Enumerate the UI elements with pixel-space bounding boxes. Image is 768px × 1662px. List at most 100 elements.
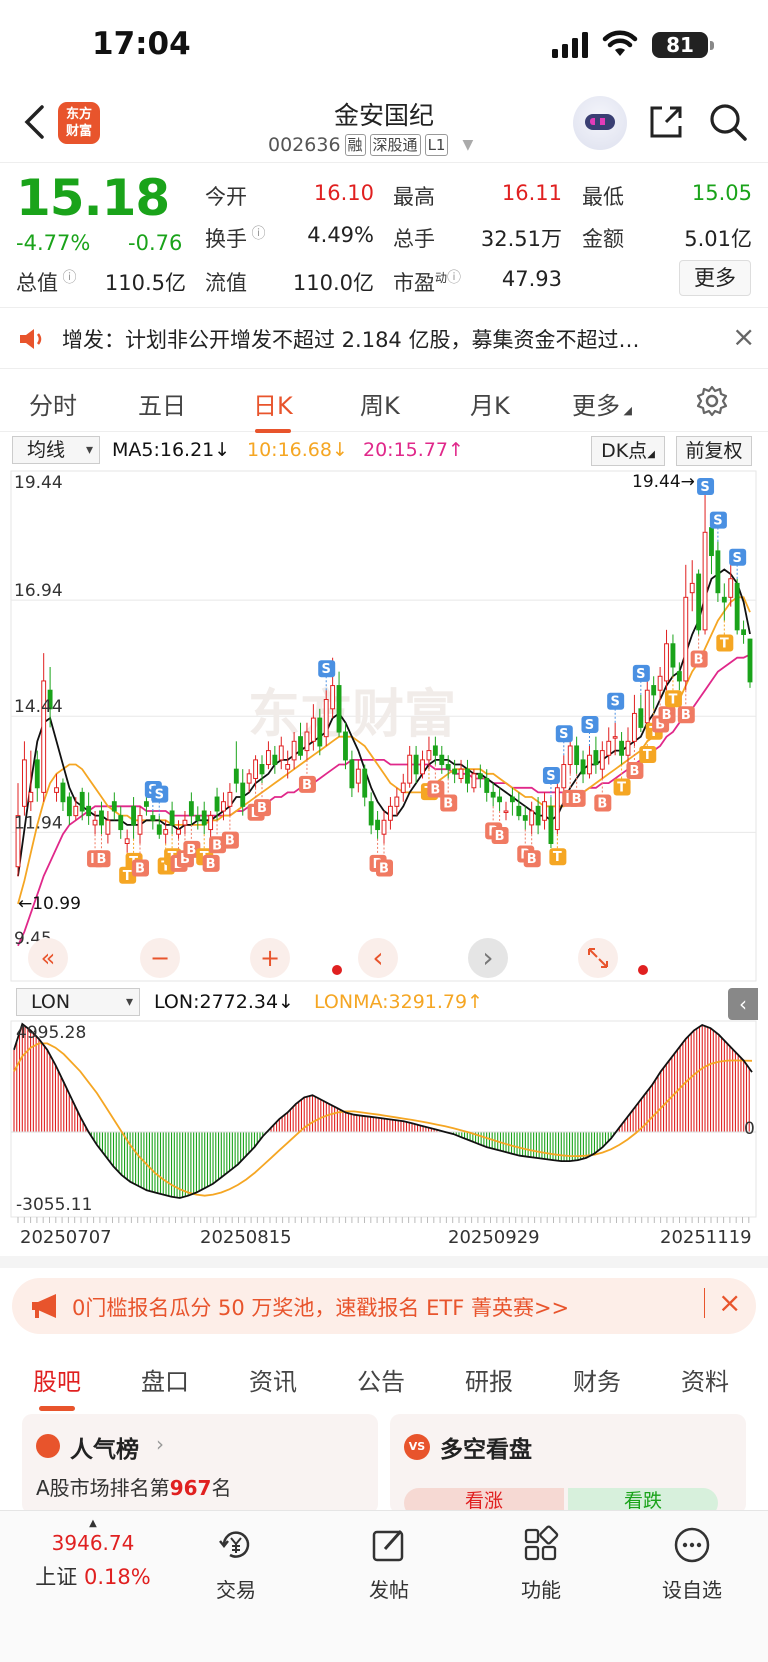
candle-body (156, 824, 162, 835)
candle-body (715, 550, 721, 594)
signal-b-marker: B (132, 843, 149, 877)
svg-text:B: B (495, 829, 505, 844)
svg-text:›: › (482, 941, 493, 974)
battery-icon: 81 (652, 32, 714, 58)
promo-banner[interactable]: 0门槛报名瓜分 50 万奖池，速戳报名 ETF 菁英赛>> × (12, 1278, 756, 1334)
candle-body (163, 829, 169, 835)
index-quote[interactable]: ▲ 3946.74 上证 0.18% (28, 1519, 158, 1591)
tab-orderbook[interactable]: 盘口 (141, 1362, 189, 1397)
more-quote-button[interactable]: 更多 (679, 260, 751, 296)
candle-body (477, 773, 483, 779)
svg-text:S: S (322, 662, 331, 677)
dk-point-button[interactable]: DK点◢ (591, 436, 665, 466)
turnover-label[interactable]: 换手 ⓘ (205, 223, 265, 253)
candle-body (664, 643, 669, 682)
zoom-in-button[interactable]: + (250, 938, 290, 978)
candle-body (304, 731, 310, 752)
close-icon[interactable]: × (732, 320, 755, 353)
ai-assistant-icon[interactable] (573, 96, 627, 150)
candle-body (567, 745, 573, 766)
add-favorite-nav[interactable]: 设自选 (647, 1525, 737, 1603)
ma10-label: 10:16.68↓ (247, 439, 348, 461)
candle-body (631, 712, 637, 742)
y-tick-label: 14.44 (14, 697, 63, 717)
volume-label: 总手 (393, 227, 435, 251)
pe-value: 47.93 (501, 267, 562, 291)
min-price-label: ←10.99 (18, 894, 81, 914)
candle-body (676, 671, 682, 682)
fullscreen-button[interactable] (578, 938, 618, 978)
tab-announcements[interactable]: 公告 (357, 1362, 405, 1397)
scroll-left-button[interactable]: « (28, 938, 68, 978)
candle-body (432, 745, 438, 756)
svg-text:S: S (713, 514, 722, 529)
candle-body (580, 759, 586, 775)
stock-code-row[interactable]: 002636 融 深股通 L1 ▼ (268, 134, 473, 156)
candle-body (375, 819, 381, 831)
candle-body (741, 629, 747, 635)
tab-more[interactable]: 更多 ◢ (572, 386, 632, 421)
search-icon[interactable] (708, 102, 748, 142)
info-icon: ⓘ (58, 270, 77, 286)
share-icon[interactable] (646, 102, 686, 142)
lon-min-label: -3055.11 (16, 1195, 92, 1215)
trade-nav[interactable]: 交易 (191, 1525, 281, 1603)
svg-text:B: B (597, 796, 607, 811)
tab-research[interactable]: 研报 (465, 1362, 513, 1397)
candle-body (696, 573, 702, 631)
candle-body (28, 791, 34, 803)
wifi-icon (602, 30, 638, 56)
candle-body (458, 768, 464, 779)
function-nav[interactable]: 功能 (496, 1525, 586, 1603)
indicator-bar: 均线 MA5:16.21↓ 10:16.68↓ 20:15.77↑ DK点◢ 前… (0, 434, 768, 470)
lon-indicator-chart[interactable]: 4995.28 -3055.11 0 20250707 20250815 202… (0, 1020, 768, 1252)
mcap-label[interactable]: 总值 ⓘ (16, 267, 76, 297)
cellular-signal-icon (552, 32, 588, 58)
candle-body (265, 750, 271, 766)
pe-label[interactable]: 市盈动ⓘ (393, 267, 461, 297)
post-nav[interactable]: 发帖 (344, 1525, 434, 1603)
collapse-panel-button[interactable]: ‹ (728, 988, 758, 1020)
adjust-button[interactable]: 前复权 (676, 436, 752, 466)
candle-body (420, 759, 425, 775)
tab-five-day[interactable]: 五日 (138, 386, 186, 421)
tab-finance[interactable]: 财务 (573, 1362, 621, 1397)
announcement-bar[interactable]: 增发：计划非公开增发不超过 2.184 亿股，募集资金不超过… × (0, 307, 768, 369)
speaker-icon (20, 329, 42, 349)
close-icon[interactable]: × (718, 1286, 741, 1319)
candle-body (143, 801, 149, 807)
ma20-label: 20:15.77↑ (363, 439, 464, 461)
volume-value: 32.51万 (480, 227, 562, 251)
candle-body (201, 810, 207, 826)
tab-news[interactable]: 资讯 (249, 1362, 297, 1397)
prev-candle-button[interactable]: ‹ (358, 938, 398, 978)
tab-forum[interactable]: 股吧 (33, 1362, 81, 1411)
svg-text:B: B (212, 838, 222, 853)
dropdown-arrow-icon: ▼ (462, 137, 474, 153)
indicator-select[interactable]: 均线 (12, 436, 100, 464)
candle-body (509, 796, 515, 803)
settings-gear-icon[interactable] (695, 384, 729, 418)
tab-monthly-k[interactable]: 月K (470, 386, 510, 421)
candle-body (381, 819, 387, 835)
status-bar: 17:04 81 (0, 0, 768, 90)
zoom-out-button[interactable]: − (140, 938, 180, 978)
candle-body (670, 643, 676, 668)
lon-value: LON:2772.34↓ (154, 991, 294, 1013)
candle-body (330, 685, 336, 710)
tab-intraday[interactable]: 分时 (29, 386, 77, 421)
tab-weekly-k[interactable]: 周K (360, 386, 400, 421)
tab-daily-k[interactable]: 日K (253, 386, 293, 433)
popularity-rank: A股市场排名第967名 (36, 1476, 232, 1500)
svg-text:B: B (527, 852, 537, 867)
bull-bear-card[interactable]: VS 多空看盘 看涨 看跌 (390, 1414, 746, 1514)
vs-icon: VS (404, 1434, 430, 1460)
svg-text:B: B (572, 792, 582, 807)
candlestick-chart[interactable]: 东方财富 BBTTBSSTTBBBTBBBBBBSBBTBBBBBBSTSBBS… (0, 470, 768, 984)
tab-profile[interactable]: 资料 (681, 1362, 729, 1397)
popularity-card[interactable]: 人气榜 › A股市场排名第967名 (22, 1414, 378, 1514)
next-candle-button[interactable]: › (468, 938, 508, 978)
sub-indicator-bar: LON LON:2772.34↓ LONMA:3291.79↑ ‹ (0, 986, 768, 1020)
candle-body (542, 801, 547, 821)
sub-indicator-select[interactable]: LON (16, 988, 140, 1016)
